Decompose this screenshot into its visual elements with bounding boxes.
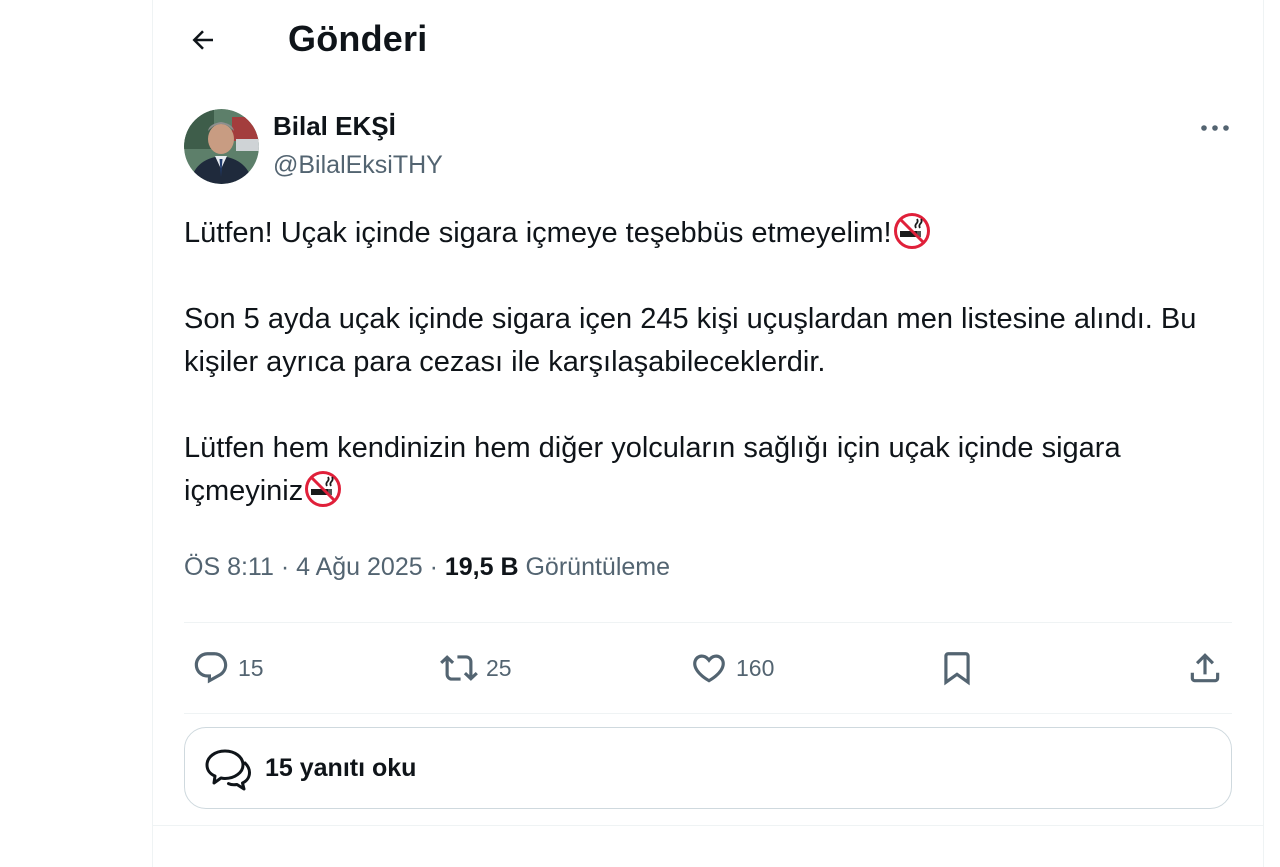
- reply-button[interactable]: 15: [192, 640, 264, 696]
- profile-photo: [184, 109, 259, 184]
- share-icon: [1190, 653, 1220, 683]
- page: Gönderi Bilal EKŞİ @BilalEksiTHY Lütfen!…: [0, 0, 1280, 867]
- divider: [184, 622, 1232, 623]
- conversation-icon: [205, 749, 251, 791]
- author-handle[interactable]: @BilalEksiTHY: [273, 151, 443, 180]
- reply-icon: [194, 652, 228, 684]
- bookmark-button[interactable]: [938, 640, 976, 696]
- views-label: Görüntüleme: [525, 553, 671, 581]
- tweet-actions-bar: 15 25 160: [184, 640, 1232, 696]
- tweet-paragraph-2: Son 5 ayda uçak içinde sigara içen 245 k…: [184, 303, 1197, 378]
- page-title: Gönderi: [288, 18, 428, 59]
- bookmark-icon: [944, 652, 970, 686]
- author-name[interactable]: Bilal EKŞİ: [273, 111, 396, 142]
- reply-count: 15: [238, 654, 264, 681]
- tweet-paragraph-3: Lütfen hem kendinizin hem diğer yolcular…: [184, 427, 1244, 513]
- more-options-button[interactable]: [1193, 108, 1237, 148]
- divider: [153, 825, 1263, 826]
- tweet-paragraph-1: Lütfen! Uçak içinde sigara içmeye teşebb…: [184, 212, 1244, 255]
- tweet-text: Lütfen! Uçak içinde sigara içmeye teşebb…: [184, 212, 1244, 513]
- tweet-meta: ÖS 8:11 · 4 Ağu 2025 · 19,5 B Görüntülem…: [184, 553, 670, 582]
- share-button[interactable]: [1186, 640, 1224, 696]
- repost-icon: [440, 655, 478, 681]
- repost-button[interactable]: 25: [440, 640, 512, 696]
- no-smoking-icon: [893, 213, 930, 249]
- tweet-line-1: Lütfen! Uçak içinde sigara içmeye teşebb…: [184, 217, 892, 249]
- read-replies-label: 15 yanıtı oku: [265, 753, 417, 782]
- more-horizontal-icon: [1201, 125, 1229, 131]
- divider: [184, 713, 1232, 714]
- like-count: 160: [736, 654, 775, 681]
- tweet-date[interactable]: 4 Ağu 2025: [296, 553, 423, 581]
- tweet-time[interactable]: ÖS 8:11: [184, 553, 274, 581]
- like-button[interactable]: 160: [690, 640, 774, 696]
- meta-separator: ·: [429, 553, 438, 581]
- read-replies-button[interactable]: 15 yanıtı oku: [184, 727, 1232, 809]
- heart-icon: [693, 654, 725, 683]
- repost-count: 25: [486, 654, 512, 681]
- views-count: 19,5 B: [444, 553, 519, 581]
- main-column: Gönderi Bilal EKŞİ @BilalEksiTHY Lütfen!…: [152, 0, 1264, 867]
- arrow-left-icon: [192, 30, 213, 50]
- meta-separator: ·: [280, 553, 290, 581]
- no-smoking-icon: [305, 471, 342, 507]
- page-header: Gönderi: [153, 0, 1263, 80]
- avatar[interactable]: [184, 109, 259, 184]
- back-button[interactable]: [181, 18, 225, 62]
